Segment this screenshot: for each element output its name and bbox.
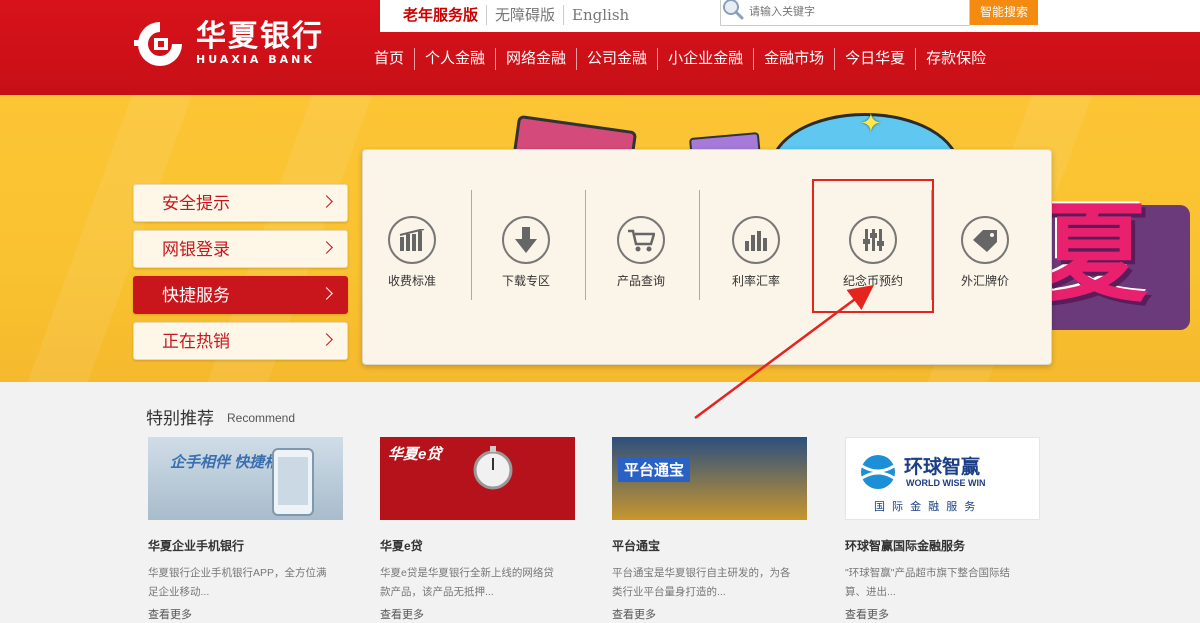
nav-item-corporate[interactable]: 公司金融 — [577, 48, 659, 70]
shopping-cart-icon — [617, 216, 665, 264]
card-thumbnail[interactable]: 华夏e贷 — [380, 437, 575, 520]
side-item-label: 快捷服务 — [162, 286, 230, 305]
side-item-quick-service[interactable]: 快捷服务 — [133, 276, 348, 314]
thumb-slogan: 环球智赢 — [904, 457, 981, 478]
thumb-slogan: 华夏e贷 — [388, 446, 442, 463]
promo-banner[interactable]: ✦ 夏 安全提示 网银登录 快捷服务 正在热销 收费标准 下载专区 产品查询 利… — [0, 95, 1200, 382]
chevron-right-icon — [320, 333, 333, 346]
nav-item-personal[interactable]: 个人金融 — [415, 48, 497, 70]
chevron-right-icon — [320, 241, 333, 254]
search-input[interactable] — [749, 3, 959, 21]
smart-search-button[interactable]: 智能搜索 — [970, 0, 1038, 25]
quick-item-label: 利率汇率 — [731, 274, 780, 288]
nav-item-small-business[interactable]: 小企业金融 — [658, 48, 755, 70]
quick-item-label: 产品查询 — [616, 274, 665, 288]
elder-version-link[interactable]: 老年服务版 — [395, 5, 488, 25]
thumb-slogan-en: WORLD WISE WIN — [906, 478, 986, 488]
recommend-card-e-loan[interactable]: 华夏e贷 华夏e贷 华夏e贷是华夏银行全新上线的网络贷款产品，该产品无抵押...… — [380, 437, 575, 622]
banner-big-character: 夏 — [1040, 192, 1149, 317]
recommend-card-platform[interactable]: 平台通宝 平台通宝 平台通宝是华夏银行自主研发的，为各类行业平台量身打造的...… — [612, 437, 807, 622]
chevron-right-icon — [320, 195, 333, 208]
side-item-hot-sale[interactable]: 正在热销 — [133, 322, 348, 360]
recommend-card-world-wise-win[interactable]: 环球智赢 WORLD WISE WIN 国 际 金 融 服 务 环球智赢国际金融… — [845, 437, 1040, 622]
card-more-link[interactable]: 查看更多 — [612, 606, 807, 622]
card-more-link[interactable]: 查看更多 — [148, 606, 343, 622]
quick-item-label: 下载专区 — [501, 274, 550, 288]
search-icon — [723, 0, 744, 20]
accessible-version-link[interactable]: 无障碍版 — [487, 5, 565, 25]
search-box — [720, 0, 970, 26]
phone-icon — [272, 448, 314, 516]
thumb-slogan: 平台通宝 — [618, 457, 691, 482]
main-nav: 首页 个人金融 网络金融 公司金融 小企业金融 金融市场 今日华夏 存款保险 — [364, 48, 996, 70]
recommend-title: 特别推荐 — [146, 409, 214, 428]
globe-icon — [861, 455, 895, 489]
logo-chinese-name: 华夏银行 — [196, 19, 324, 54]
nav-item-online[interactable]: 网络金融 — [496, 48, 578, 70]
card-description: 华夏e贷是华夏银行全新上线的网络贷款产品，该产品无抵押... — [380, 567, 554, 598]
side-item-security-tips[interactable]: 安全提示 — [133, 184, 348, 222]
nav-item-home[interactable]: 首页 — [364, 48, 416, 70]
card-thumbnail[interactable]: 平台通宝 — [612, 437, 807, 520]
quick-item-product-query[interactable]: 产品查询 — [585, 188, 697, 308]
nav-item-deposit-insurance[interactable]: 存款保险 — [916, 48, 996, 70]
bank-logo[interactable]: 华夏银行 HUAXIA BANK — [132, 18, 324, 70]
logo-english-name: HUAXIA BANK — [196, 53, 315, 66]
nav-item-markets[interactable]: 金融市场 — [754, 48, 836, 70]
quick-item-download[interactable]: 下载专区 — [470, 188, 582, 308]
card-title[interactable]: 华夏e贷 — [380, 537, 575, 554]
card-title[interactable]: 华夏企业手机银行 — [148, 537, 343, 554]
card-thumbnail[interactable]: 企手相伴 快捷相随 — [148, 437, 343, 520]
side-item-ebank-login[interactable]: 网银登录 — [133, 230, 348, 268]
card-more-link[interactable]: 查看更多 — [380, 606, 575, 622]
stopwatch-icon — [473, 446, 513, 490]
bar-chart-icon — [732, 216, 780, 264]
logo-mark-icon — [132, 18, 188, 70]
card-description: "环球智赢"产品超市旗下整合国际结算、进出... — [845, 567, 1010, 598]
card-title[interactable]: 环球智赢国际金融服务 — [845, 537, 1040, 554]
english-version-link[interactable]: English — [564, 5, 637, 25]
price-tag-icon — [961, 216, 1009, 264]
nav-item-today[interactable]: 今日华夏 — [835, 48, 917, 70]
card-description: 平台通宝是华夏银行自主研发的，为各类行业平台量身打造的... — [612, 567, 791, 598]
quick-item-label: 外汇牌价 — [960, 274, 1009, 288]
card-more-link[interactable]: 查看更多 — [845, 606, 1040, 622]
side-menu: 安全提示 网银登录 快捷服务 正在热销 — [133, 184, 348, 368]
annotation-highlight-box — [812, 179, 934, 313]
site-header: 华夏银行 HUAXIA BANK 老年服务版 无障碍版 English 智能搜索… — [0, 0, 1200, 95]
download-arrow-icon — [502, 216, 550, 264]
top-links: 老年服务版 无障碍版 English — [395, 5, 637, 25]
side-item-label: 网银登录 — [162, 240, 230, 259]
card-thumbnail[interactable]: 环球智赢 WORLD WISE WIN 国 际 金 融 服 务 — [845, 437, 1040, 520]
quick-service-panel: 收费标准 下载专区 产品查询 利率汇率 纪念币预约 外汇牌价 — [362, 149, 1052, 365]
bar-columns-icon — [388, 216, 436, 264]
recommend-section: 特别推荐 Recommend 企手相伴 快捷相随 华夏企业手机银行 华夏银行企业… — [0, 382, 1200, 623]
quick-item-fx-rates[interactable]: 外汇牌价 — [929, 188, 1041, 308]
quick-item-rates[interactable]: 利率汇率 — [700, 188, 812, 308]
card-description: 华夏银行企业手机银行APP，全方位满足企业移动... — [148, 567, 327, 598]
recommend-card-mobile-banking[interactable]: 企手相伴 快捷相随 华夏企业手机银行 华夏银行企业手机银行APP，全方位满足企业… — [148, 437, 343, 622]
side-item-label: 正在热销 — [162, 332, 230, 351]
banner-star-icon: ✦ — [860, 109, 882, 139]
side-item-label: 安全提示 — [162, 194, 230, 213]
quick-item-fee-standard[interactable]: 收费标准 — [356, 188, 468, 308]
card-title[interactable]: 平台通宝 — [612, 537, 807, 554]
recommend-subtitle: Recommend — [227, 411, 296, 425]
chevron-right-icon — [320, 287, 333, 300]
quick-item-label: 收费标准 — [387, 274, 436, 288]
thumb-subtitle: 国 际 金 融 服 务 — [874, 501, 978, 513]
